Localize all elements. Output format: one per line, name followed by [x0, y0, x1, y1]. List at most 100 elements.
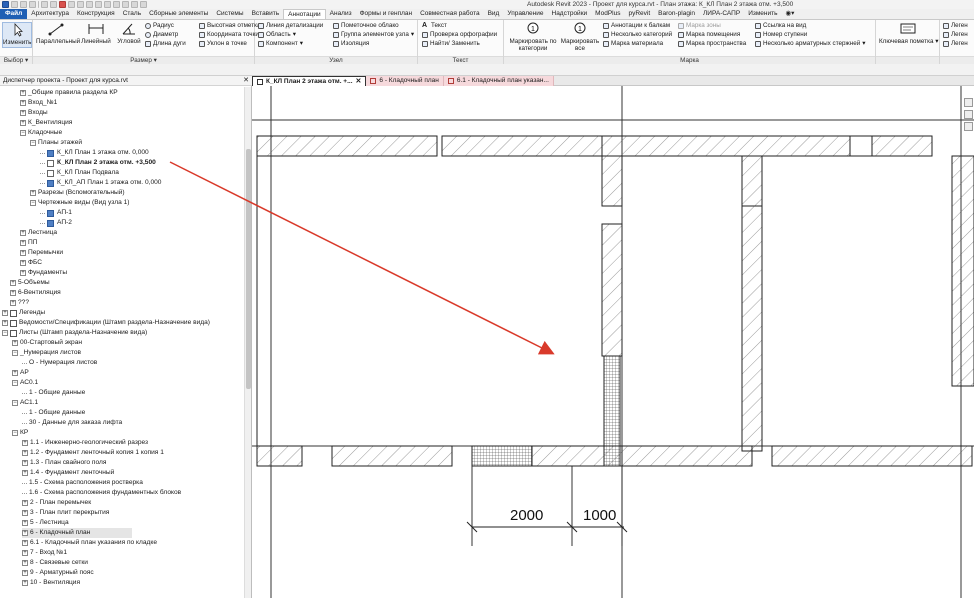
scrollbar-thumb[interactable] [246, 149, 251, 389]
area-tag-button[interactable]: Марка зоны [678, 22, 721, 30]
tab-file[interactable]: Файл [0, 9, 28, 19]
expand-icon[interactable]: + [22, 570, 28, 576]
expand-icon[interactable]: + [10, 290, 16, 296]
expand-icon[interactable]: + [2, 320, 8, 326]
tree-item[interactable]: − АС0.1 [12, 378, 38, 388]
tree-item-view[interactable]: К_КЛ План 1 этажа отм. 0,000 [40, 148, 149, 158]
linear-dimension-button[interactable]: Линейный [79, 22, 113, 45]
tab-structure[interactable]: Конструкция [73, 9, 119, 19]
tree-item[interactable]: + ПП [20, 238, 37, 248]
thin-lines-icon[interactable] [122, 1, 129, 8]
expand-icon[interactable]: + [20, 120, 26, 126]
3d-view-icon[interactable] [104, 1, 111, 8]
tree-item[interactable]: + Перемычки [20, 248, 63, 258]
measure-icon[interactable] [68, 1, 75, 8]
modify-button[interactable]: Изменить [2, 22, 32, 48]
doc-tab[interactable]: 6.1 - Кладочный план указан... [443, 76, 554, 86]
tree-item[interactable]: 1.5 - Схема расположения ростверка [22, 478, 143, 488]
room-tag-button[interactable]: Марка помещения [678, 31, 740, 39]
material-tag-button[interactable]: Марка материала [603, 40, 663, 48]
tree-item[interactable]: +5 - Лестница [22, 518, 69, 528]
expand-icon[interactable]: + [22, 510, 28, 516]
tree-item[interactable]: +2 - План перемычек [22, 498, 91, 508]
tree-item[interactable]: + Легенды [2, 308, 45, 318]
tab-baron-plagin[interactable]: Baron-plagin [654, 9, 699, 19]
multi-category-button[interactable]: Несколько категорий [603, 31, 672, 39]
expand-icon[interactable]: + [20, 250, 26, 256]
text-button[interactable]: A Текст [422, 22, 447, 30]
tree-item[interactable]: 30 - Данные для заказа лифта [22, 418, 122, 428]
tree-item[interactable]: +6.1 - Кладочный план указания по кладке [22, 538, 157, 548]
diameter-button[interactable]: Диаметр [145, 31, 178, 39]
tread-number-button[interactable]: Номер ступени [755, 31, 807, 39]
save-icon[interactable] [20, 1, 27, 8]
tree-item-view[interactable]: АП-2 [40, 218, 72, 228]
doc-tab-active[interactable]: К_КЛ План 2 этажа отм. +... ✕ [252, 76, 367, 87]
collapse-icon[interactable]: − [12, 380, 18, 386]
expand-icon[interactable]: + [12, 370, 18, 376]
close-hidden-icon[interactable] [131, 1, 138, 8]
collapse-icon[interactable]: − [12, 350, 18, 356]
close-icon[interactable]: ✕ [356, 77, 362, 87]
tree-item[interactable]: − Планы этажей [30, 138, 82, 148]
tab-steel[interactable]: Сталь [119, 9, 145, 19]
tab-pyrevit[interactable]: pyRevit [624, 9, 654, 19]
beam-annotations-button[interactable]: Аннотации к балкам [603, 22, 670, 30]
tree-item[interactable]: +5-Объемы [10, 278, 50, 288]
revision-cloud-button[interactable]: Пометочное облако [333, 22, 399, 30]
tab-architecture[interactable]: Архитектура [27, 9, 73, 19]
project-browser-scrollbar[interactable] [244, 87, 251, 598]
expand-icon[interactable]: + [10, 280, 16, 286]
tag-by-category-button[interactable]: 1 Маркировать по категории [507, 22, 559, 52]
dimension-text[interactable]: 2000 [510, 507, 543, 524]
expand-icon[interactable]: + [20, 270, 26, 276]
expand-icon[interactable]: + [20, 100, 26, 106]
expand-icon[interactable]: + [30, 190, 36, 196]
text-icon[interactable] [95, 1, 102, 8]
collapse-icon[interactable]: − [30, 200, 36, 206]
tab-manage[interactable]: Управление [503, 9, 547, 19]
spelling-button[interactable]: Проверка орфографии [422, 31, 497, 39]
dimension-text[interactable]: 1000 [583, 507, 616, 524]
tree-item[interactable]: +9 - Арматурный пояс [22, 568, 94, 578]
tree-item[interactable]: + Фундаменты [20, 268, 67, 278]
tree-item[interactable]: + ФБС [20, 258, 42, 268]
detail-group-button[interactable]: Группа элементов узла ▾ [333, 31, 414, 39]
tree-item[interactable]: +1.2 - Фундамент ленточный копия 1 копия… [22, 448, 164, 458]
space-tag-button[interactable]: Марка пространства [678, 40, 746, 48]
tab-options-icon[interactable]: ◉▾ [782, 9, 799, 19]
expand-icon[interactable]: + [22, 450, 28, 456]
tree-item[interactable]: − АС1.1 [12, 398, 38, 408]
tree-item[interactable]: +10 - Вентиляция [22, 578, 80, 588]
tag-panel-label[interactable]: Марка [504, 56, 875, 64]
expand-icon[interactable]: + [20, 260, 26, 266]
tree-item[interactable]: О - Нумерация листов [22, 358, 97, 368]
component-button[interactable]: Компонент ▾ [258, 40, 303, 48]
undo-icon[interactable] [41, 1, 48, 8]
tree-item[interactable]: + АР [12, 368, 29, 378]
collapse-icon[interactable]: − [20, 130, 26, 136]
tree-item[interactable]: 1 - Общие данные [22, 408, 85, 418]
tab-analyze[interactable]: Анализ [326, 9, 356, 19]
tree-item[interactable]: + _Общие правила раздела КР [20, 88, 118, 98]
tree-item[interactable]: − Кладочные [20, 128, 62, 138]
insulation-button[interactable]: Изоляция [333, 40, 369, 48]
tree-item[interactable]: +8 - Связевые сетки [22, 558, 88, 568]
region-button[interactable]: Область ▾ [258, 31, 296, 39]
switch-windows-icon[interactable] [140, 1, 147, 8]
aligned-dimension-button[interactable]: Параллельный [36, 22, 80, 45]
dimension-panel-label[interactable]: Размер ▾ [33, 56, 254, 64]
revit-logo-icon[interactable] [2, 1, 9, 8]
expand-icon[interactable]: + [22, 520, 28, 526]
expand-icon[interactable]: + [22, 500, 28, 506]
section-icon[interactable] [113, 1, 120, 8]
arc-length-button[interactable]: Длина дуги [145, 40, 186, 48]
tag-icon[interactable] [86, 1, 93, 8]
dimension-icon[interactable] [77, 1, 84, 8]
tree-item[interactable]: +6-Вентиляция [10, 288, 61, 298]
legend-button-2[interactable]: Леген [943, 31, 968, 39]
tree-item[interactable]: + Вход_№1 [20, 98, 57, 108]
tree-item-view[interactable]: АП-1 [40, 208, 72, 218]
tree-item[interactable]: − _Нумерация листов [12, 348, 81, 358]
tab-precast[interactable]: Сборные элементы [145, 9, 212, 19]
